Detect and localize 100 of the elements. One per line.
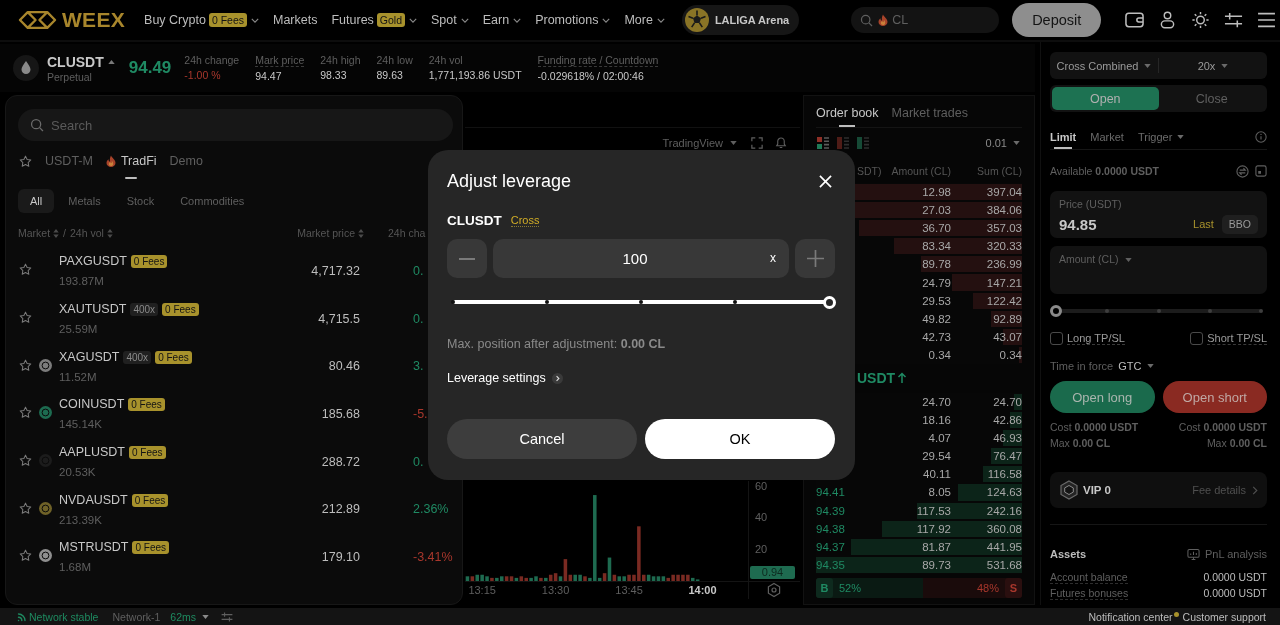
change-text: 3. — [413, 359, 424, 374]
field-label: Price (USDT) — [1059, 198, 1122, 211]
star-icon[interactable] — [19, 501, 32, 515]
sum-text: 124.63 — [986, 486, 1022, 499]
increase-button[interactable] — [795, 239, 835, 278]
precision-dropdown[interactable]: 0.01 — [985, 137, 1020, 149]
separator-text: / — [63, 227, 66, 239]
settings-icon[interactable] — [767, 582, 781, 598]
search-field[interactable]: Search — [18, 109, 453, 141]
amount-text: 12.98 — [922, 186, 951, 199]
buy-ratio-text: 52% — [839, 581, 862, 594]
leverage-dropdown[interactable]: 20x — [1197, 59, 1229, 72]
bbo-button[interactable]: BBO — [1221, 214, 1258, 234]
volume-text: 11.52M — [59, 370, 97, 383]
price-text: 94.41 — [816, 486, 845, 499]
order-type-tab[interactable]: Market — [1090, 124, 1124, 149]
asset-label: Futures bonuses — [1050, 586, 1129, 600]
amount-text: 49.82 — [922, 312, 951, 325]
chevron-down-icon — [513, 17, 522, 23]
checkbox[interactable] — [1190, 331, 1204, 345]
cancel-button[interactable]: Cancel — [447, 419, 637, 459]
order-type-tab[interactable]: Trigger — [1137, 124, 1185, 149]
price-text: 4,717.32 — [311, 263, 360, 278]
star-icon[interactable] — [19, 263, 32, 277]
search-field[interactable]: CL — [851, 7, 1000, 33]
sum-text: 384.06 — [986, 204, 1022, 217]
star-icon[interactable] — [19, 311, 32, 325]
caret-up-icon[interactable] — [107, 59, 115, 64]
nav-link[interactable]: Buy Crypto 0 Fees — [144, 13, 259, 27]
time-in-force-dropdown[interactable]: GTC — [1118, 360, 1155, 372]
market-symbol[interactable]: MSTRUSDT — [59, 540, 129, 556]
swap-icon[interactable] — [1236, 164, 1249, 178]
star-icon[interactable] — [19, 454, 32, 468]
sell-ratio-text: 48% — [976, 581, 999, 594]
last-price-link[interactable]: Last — [1193, 218, 1214, 230]
caret-down-icon — [1147, 364, 1155, 368]
open-short-button[interactable]: Open short — [1162, 381, 1267, 413]
stat-value: 1,771,193.86 USDT — [428, 69, 522, 81]
promo-link[interactable]: LALIGA Arena — [681, 5, 800, 35]
sliders-icon[interactable] — [221, 610, 233, 623]
nav-link[interactable]: Spot — [431, 13, 469, 27]
ok-button[interactable]: OK — [645, 419, 835, 459]
footer-link[interactable]: Notification center — [1088, 610, 1179, 623]
star-icon[interactable] — [19, 406, 32, 420]
close-icon[interactable] — [819, 174, 832, 188]
leverage-settings-link[interactable]: Leverage settings — [447, 371, 563, 385]
info-icon[interactable] — [1255, 130, 1267, 143]
field-label: Time in force — [1050, 360, 1114, 372]
market-symbol[interactable]: COINUSDT — [59, 397, 125, 413]
price-field[interactable]: Price (USDT) 94.85 Last BBO — [1050, 191, 1267, 238]
order-type-tab[interactable]: Limit — [1050, 124, 1077, 149]
nav-link[interactable]: More — [624, 13, 665, 27]
drop-icon — [13, 55, 39, 81]
bell-icon[interactable] — [775, 137, 787, 149]
deposit-button[interactable]: Deposit — [1012, 3, 1102, 37]
sliders-icon[interactable] — [1224, 11, 1244, 29]
star-icon[interactable] — [19, 549, 32, 563]
chevron-right-icon — [551, 372, 563, 384]
market-symbol[interactable]: AAPLUSDT — [59, 445, 125, 461]
order-row[interactable]: 94.41 8.05 124.63 — [816, 483, 1022, 502]
market-symbol[interactable]: XAGUSDT — [59, 349, 120, 365]
nav-link[interactable]: Earn — [482, 13, 522, 27]
panel-tab[interactable]: Order book — [816, 98, 879, 127]
amount-text: 4.07 — [928, 432, 951, 445]
network-name: Network-1 — [112, 610, 161, 623]
latency-dropdown[interactable]: 62ms — [170, 610, 209, 623]
leverage-tag: 400x — [130, 303, 159, 317]
category-tab[interactable]: TradFi — [105, 150, 157, 180]
slider-thumb[interactable] — [1050, 305, 1062, 317]
star-icon[interactable] — [19, 358, 32, 372]
footer-link[interactable]: Customer support — [1182, 610, 1266, 623]
sun-icon[interactable] — [1191, 11, 1211, 29]
sort-icon — [358, 228, 364, 238]
tile-icon[interactable] — [1255, 165, 1267, 177]
symbol-name[interactable]: CLUSDT — [47, 53, 104, 70]
amount-text: 0.34 — [928, 348, 951, 361]
list-layout-icon[interactable] — [817, 137, 829, 149]
margin-mode-dropdown[interactable]: Cross Combined — [1056, 59, 1152, 72]
column-header: Amount (CL) — [891, 164, 951, 177]
decrease-button[interactable] — [447, 239, 487, 278]
fire-icon — [105, 155, 116, 167]
checkbox[interactable] — [1050, 331, 1063, 345]
star-icon[interactable] — [19, 154, 32, 168]
nav-link[interactable]: Markets — [273, 13, 318, 27]
nav-link[interactable]: Futures Gold — [331, 13, 418, 27]
market-symbol[interactable]: XAUTUSDT — [59, 302, 127, 318]
unread-dot-icon — [1173, 611, 1179, 617]
nav-link[interactable]: Promotions — [535, 13, 611, 27]
market-symbol[interactable]: PAXGUSDT — [59, 254, 127, 270]
chevron-down-icon — [656, 17, 665, 23]
market-symbol[interactable]: NVDAUSDT — [59, 492, 128, 508]
sum-text: 42.86 — [993, 414, 1022, 427]
stat-label: Mark price — [255, 54, 305, 67]
amount-text: 42.73 — [922, 330, 951, 343]
wallet-icon[interactable] — [1125, 11, 1145, 29]
sum-text: 320.33 — [986, 240, 1022, 253]
search-icon — [860, 13, 874, 27]
filter-chip[interactable]: All — [18, 189, 55, 213]
menu-icon[interactable] — [1257, 11, 1277, 29]
sum-text: 147.21 — [986, 276, 1022, 289]
